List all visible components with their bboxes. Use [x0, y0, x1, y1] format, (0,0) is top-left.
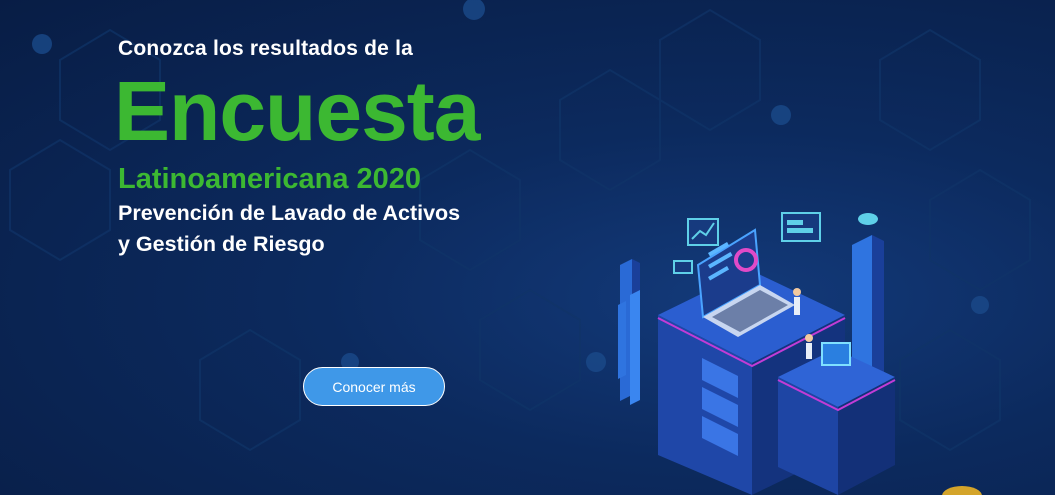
conocer-mas-button[interactable]: Conocer más [303, 367, 445, 406]
hero-copy: Conozca los resultados de la Encuesta La… [114, 34, 538, 260]
intro-text: Conozca los resultados de la [118, 37, 414, 60]
headline: Encuesta [114, 64, 481, 158]
hero-banner: Conozca los resultados de la Encuesta La… [0, 0, 1055, 495]
left-pillars [618, 259, 640, 405]
person-figure [793, 288, 801, 315]
topic-line-1: Prevención de Lavado de Activos [118, 201, 461, 225]
subheadline: Latinoamericana 2020 [118, 163, 422, 195]
topic-line-2: y Gestión de Riesgo [118, 232, 325, 256]
isometric-data-center-illustration [618, 212, 896, 495]
